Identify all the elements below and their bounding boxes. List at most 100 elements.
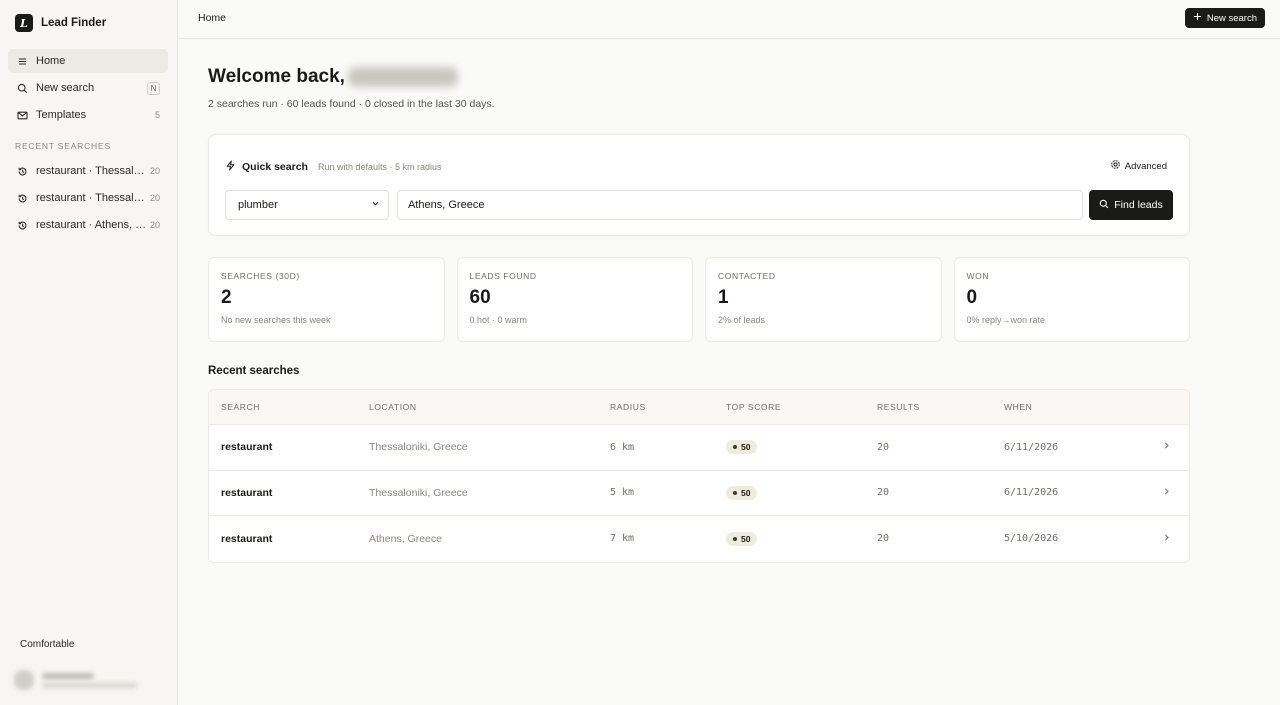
dot-icon bbox=[733, 536, 737, 541]
recent-search-label: restaurant · Thessaloniki, Greece bbox=[36, 192, 150, 204]
app-name: Lead Finder bbox=[41, 17, 107, 29]
score-value: 50 bbox=[741, 533, 751, 544]
user-name-redacted bbox=[42, 672, 94, 679]
density-toggle[interactable]: Comfortable bbox=[20, 639, 74, 650]
stat-note: 0% reply→won rate bbox=[966, 315, 1046, 325]
column-header: LOCATION bbox=[369, 402, 417, 412]
welcome-text: Welcome back, bbox=[208, 66, 345, 87]
recent-searches-title: Recent searches bbox=[208, 365, 300, 377]
chevron-right-icon[interactable] bbox=[1162, 487, 1171, 499]
table-row[interactable]: restaurant Athens, Greece 7 km 50 20 5/1… bbox=[209, 516, 1189, 562]
recent-search-count: 20 bbox=[149, 166, 160, 176]
lightning-icon bbox=[225, 159, 236, 174]
sidebar-item-home[interactable]: Home bbox=[8, 49, 168, 73]
stat-label: WON bbox=[966, 271, 990, 281]
score-value: 50 bbox=[741, 487, 751, 498]
user-profile[interactable] bbox=[14, 670, 137, 690]
history-icon bbox=[16, 165, 28, 177]
user-name-redacted bbox=[347, 67, 458, 87]
stat-note: 0 hot · 0 warm bbox=[469, 315, 528, 325]
recent-searches-table: SEARCH LOCATION RADIUS TOP SCORE RESULTS… bbox=[208, 389, 1190, 563]
category-value: plumber bbox=[238, 199, 278, 211]
table-row[interactable]: restaurant Thessaloniki, Greece 5 km 50 … bbox=[209, 471, 1189, 516]
topbar: Home New search bbox=[178, 0, 1280, 39]
location-value: Athens, Greece bbox=[408, 199, 485, 211]
recent-searches-list: restaurant · Thessaloniki, Greece 20 res… bbox=[8, 159, 168, 240]
quick-search-header: Quick search Run with defaults · 5 km ra… bbox=[225, 159, 442, 174]
cell-location: Thessaloniki, Greece bbox=[369, 441, 468, 454]
column-header: WHEN bbox=[1004, 402, 1033, 412]
chevron-down-icon bbox=[371, 199, 380, 211]
history-icon bbox=[16, 192, 28, 204]
plus-icon bbox=[1193, 12, 1202, 24]
location-input[interactable]: Athens, Greece bbox=[397, 190, 1083, 220]
stat-note: 2% of leads bbox=[718, 315, 766, 325]
recent-search-item[interactable]: restaurant · Thessaloniki, Greece 20 bbox=[8, 186, 168, 210]
stat-note: No new searches this week bbox=[221, 315, 331, 325]
cell-location: Athens, Greece bbox=[369, 532, 442, 545]
dot-icon bbox=[733, 445, 737, 450]
sidebar-nav: Home New search N Templates 5 bbox=[8, 49, 168, 130]
recent-search-item[interactable]: restaurant · Thessaloniki, Greece 20 bbox=[8, 159, 168, 183]
new-search-button[interactable]: New search bbox=[1184, 8, 1265, 28]
cell-radius: 5 km bbox=[610, 487, 635, 499]
sidebar-item-label: Home bbox=[36, 55, 66, 67]
search-icon bbox=[16, 82, 28, 94]
table-header: SEARCH LOCATION RADIUS TOP SCORE RESULTS… bbox=[209, 390, 1189, 425]
app-logo: L bbox=[15, 14, 33, 32]
mail-icon bbox=[16, 109, 28, 121]
stat-card-searches: SEARCHES (30D) 2 No new searches this we… bbox=[208, 257, 445, 342]
cell-results: 20 bbox=[877, 487, 890, 499]
page-title: Welcome back, bbox=[208, 66, 458, 88]
column-header: RESULTS bbox=[877, 402, 920, 412]
stat-label: SEARCHES (30D) bbox=[221, 271, 300, 281]
cell-when: 5/10/2026 bbox=[1004, 533, 1059, 545]
sidebar-item-label: Templates bbox=[36, 109, 87, 121]
recent-search-count: 20 bbox=[149, 193, 160, 203]
score-badge: 50 bbox=[726, 531, 758, 546]
table-row[interactable]: restaurant Thessaloniki, Greece 6 km 50 … bbox=[209, 425, 1189, 471]
column-header: TOP SCORE bbox=[726, 402, 782, 412]
column-header: RADIUS bbox=[610, 402, 646, 412]
dot-icon bbox=[733, 490, 737, 495]
recent-search-count: 20 bbox=[149, 220, 160, 230]
cell-location: Thessaloniki, Greece bbox=[369, 486, 468, 499]
score-badge: 50 bbox=[726, 485, 758, 500]
avatar bbox=[14, 670, 34, 690]
cell-when: 6/11/2026 bbox=[1004, 487, 1059, 499]
sidebar-item-new-search[interactable]: New search N bbox=[8, 76, 168, 100]
recent-search-item[interactable]: restaurant · Athens, Greece 20 bbox=[8, 213, 168, 237]
menu-icon bbox=[16, 55, 28, 67]
category-select[interactable]: plumber bbox=[225, 190, 389, 220]
advanced-button[interactable]: Advanced bbox=[1110, 159, 1167, 173]
count-badge: 5 bbox=[154, 110, 160, 120]
search-icon bbox=[1099, 199, 1109, 212]
quick-search-card: Quick search Run with defaults · 5 km ra… bbox=[208, 134, 1190, 236]
chevron-right-icon[interactable] bbox=[1162, 533, 1171, 545]
stat-value: 2 bbox=[221, 287, 232, 308]
quick-search-note: Run with defaults · 5 km radius bbox=[317, 161, 442, 172]
advanced-label: Advanced bbox=[1124, 160, 1167, 172]
cell-results: 20 bbox=[877, 441, 890, 453]
cell-radius: 7 km bbox=[610, 533, 635, 545]
recent-search-label: restaurant · Athens, Greece bbox=[36, 219, 150, 231]
find-leads-label: Find leads bbox=[1114, 199, 1163, 211]
stats-row: SEARCHES (30D) 2 No new searches this we… bbox=[208, 257, 1190, 342]
quick-search-title: Quick search bbox=[242, 160, 308, 173]
stat-card-leads: LEADS FOUND 60 0 hot · 0 warm bbox=[456, 257, 693, 342]
score-badge: 50 bbox=[726, 440, 758, 455]
history-icon bbox=[16, 219, 28, 231]
stat-label: LEADS FOUND bbox=[469, 271, 537, 281]
cell-when: 6/11/2026 bbox=[1004, 441, 1059, 453]
sidebar-item-templates[interactable]: Templates 5 bbox=[8, 103, 168, 127]
stat-value: 60 bbox=[469, 287, 491, 308]
recent-searches-label: RECENT SEARCHES bbox=[15, 141, 111, 151]
cell-radius: 6 km bbox=[610, 441, 635, 453]
find-leads-button[interactable]: Find leads bbox=[1089, 190, 1173, 220]
cell-search: restaurant bbox=[221, 532, 273, 545]
brand[interactable]: L Lead Finder bbox=[15, 14, 106, 32]
score-value: 50 bbox=[741, 442, 751, 453]
stat-card-contacted: CONTACTED 1 2% of leads bbox=[705, 257, 942, 342]
chevron-right-icon[interactable] bbox=[1162, 441, 1171, 453]
stat-value: 0 bbox=[966, 287, 978, 308]
